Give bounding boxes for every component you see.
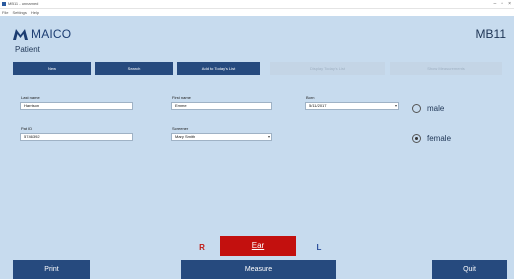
menu-settings[interactable]: Settings — [12, 9, 26, 16]
last-name-label: Last name — [21, 95, 40, 100]
radio-unchecked-icon[interactable] — [412, 104, 421, 113]
female-radio[interactable]: female — [412, 134, 451, 143]
screener-value: Mary Smith — [175, 134, 196, 139]
first-name-label: First name — [172, 95, 191, 100]
menu-bar: File Settings Help — [0, 9, 514, 16]
male-label: male — [427, 104, 445, 113]
quit-button[interactable]: Quit — [432, 260, 507, 279]
window-titlebar: MB11 - unnamed – ▫ × — [0, 0, 514, 9]
pat-id-field[interactable]: 5746392 — [20, 133, 133, 141]
ear-button[interactable]: Ear — [220, 236, 296, 256]
menu-file[interactable]: File — [2, 9, 8, 16]
pat-id-label: Pat ID — [21, 126, 33, 131]
born-date-value: 5/11/2017 — [309, 103, 327, 108]
print-button[interactable]: Print — [13, 260, 90, 279]
section-title: Patient — [15, 45, 40, 54]
window-controls: – ▫ × — [494, 1, 511, 7]
born-label: Born — [306, 95, 315, 100]
brand-name: MAICO — [31, 27, 72, 41]
left-ear-button[interactable]: L — [309, 238, 329, 258]
born-date-field[interactable]: 5/11/2017 ▾ — [305, 102, 399, 110]
screener-label: Screener — [172, 126, 189, 131]
maximize-icon[interactable]: ▫ — [501, 1, 503, 7]
add-to-todays-list-button[interactable]: Add to Today's List — [177, 62, 260, 75]
show-measurements-button[interactable]: Show Measurements — [390, 62, 502, 75]
chevron-down-icon[interactable]: ▾ — [268, 134, 270, 140]
radio-checked-icon[interactable] — [412, 134, 421, 143]
menu-help[interactable]: Help — [31, 9, 39, 16]
female-label: female — [427, 134, 452, 143]
right-ear-button[interactable]: R — [192, 238, 212, 258]
minimize-icon[interactable]: – — [494, 1, 497, 7]
maico-logo-icon — [13, 28, 28, 40]
new-button[interactable]: New — [13, 62, 91, 75]
display-todays-list-button[interactable]: Display Today's List — [270, 62, 385, 75]
brand-logo: MAICO — [13, 27, 71, 41]
device-name: MB11 — [475, 27, 506, 41]
close-icon[interactable]: × — [508, 1, 511, 7]
app-icon — [2, 2, 6, 6]
window-title: MB11 - unnamed — [8, 1, 39, 6]
measure-button[interactable]: Measure — [181, 260, 336, 279]
screener-select[interactable]: Mary Smith ▾ — [171, 133, 272, 141]
search-button[interactable]: Search — [95, 62, 173, 75]
first-name-field[interactable]: Emme — [171, 102, 272, 110]
chevron-down-icon[interactable]: ▾ — [395, 103, 397, 109]
last-name-field[interactable]: Harrison — [20, 102, 133, 110]
male-radio[interactable]: male — [412, 104, 444, 113]
